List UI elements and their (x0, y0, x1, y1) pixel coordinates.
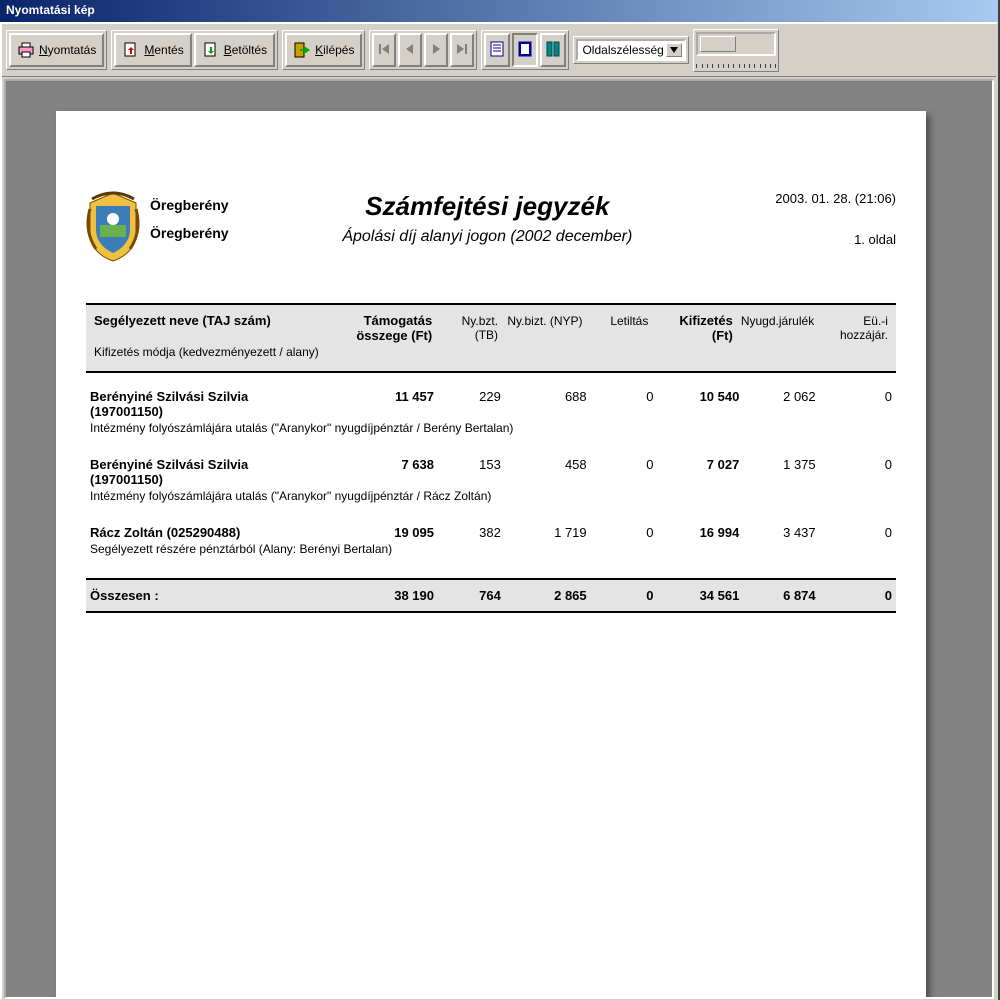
printer-icon (17, 41, 35, 59)
slider-ticks (696, 64, 776, 69)
report-table: Segélyezett neve (TAJ szám) Támogatás ös… (86, 303, 896, 613)
row-tb: 153 (438, 455, 505, 474)
view-pagewidth-icon (518, 41, 532, 60)
prev-page-icon (404, 43, 416, 58)
meta-block: 2003. 01. 28. (21:06) 1. oldal (746, 191, 896, 273)
col-kifizetes: Kifizetés (Ft) (652, 311, 736, 345)
preview-area: Öregberény Öregberény Számfejtési jegyzé… (4, 79, 994, 999)
col-eu: Eü.-i hozzájár. (817, 312, 892, 344)
load-button[interactable]: Betöltés (194, 33, 275, 67)
org-line-1: Öregberény (150, 191, 229, 219)
row-let: 0 (591, 387, 658, 406)
col-nyp: Ny.bizt. (NYP) (502, 312, 586, 330)
report-title: Számfejtési jegyzék (229, 191, 746, 222)
totals-eu: 0 (820, 586, 896, 605)
save-button[interactable]: Mentés (114, 33, 191, 67)
row-let: 0 (591, 455, 658, 474)
row-name: Berényiné Szilvási Szilvia (197001150) (86, 387, 324, 421)
table-header: Segélyezett neve (TAJ szám) Támogatás ös… (86, 303, 896, 373)
col-tamogatas: Támogatás összege (Ft) (324, 311, 436, 345)
row-subline: Intézmény folyószámlájára utalás ("Arany… (86, 489, 896, 509)
table-row: Berényiné Szilvási Szilvia (197001150)11… (86, 387, 896, 441)
col-letiltas: Letiltás (587, 312, 653, 330)
exit-label: Kilépés (315, 43, 354, 57)
table-row: Berényiné Szilvási Szilvia (197001150)7 … (86, 455, 896, 509)
view-single-button[interactable] (484, 33, 510, 67)
first-page-button[interactable] (372, 33, 396, 67)
prev-page-button[interactable] (398, 33, 422, 67)
row-tam: 11 457 (324, 387, 438, 406)
print-label: Nyomtatás (39, 43, 96, 57)
row-eu: 0 (820, 455, 896, 474)
row-tam: 7 638 (324, 455, 438, 474)
row-nyp: 688 (505, 387, 591, 406)
row-eu: 0 (820, 523, 896, 542)
table-row: Rácz Zoltán (025290488)19 0953821 719016… (86, 523, 896, 562)
row-eu: 0 (820, 387, 896, 406)
org-line-2: Öregberény (150, 219, 229, 247)
row-kif: 7 027 (658, 455, 744, 474)
col-tb: Ny.bzt. (TB) (436, 312, 502, 344)
row-subline: Intézmény folyószámlájára utalás ("Arany… (86, 421, 896, 441)
org-block: Öregberény Öregberény (150, 191, 229, 247)
col-name-sub: Kifizetés módja (kedvezményezett / alany… (90, 345, 892, 365)
last-page-icon (456, 43, 468, 58)
row-subline: Segélyezett részére pénztárból (Alany: B… (86, 542, 896, 562)
window-frame: Nyomtatás Mentés Betöltés (0, 22, 998, 1000)
view-pagewidth-button[interactable] (512, 33, 538, 67)
totals-nyj: 6 874 (743, 586, 819, 605)
totals-row: Összesen : 38 190 764 2 865 0 34 561 6 8… (86, 578, 896, 613)
exit-button[interactable]: Kilépés (285, 33, 362, 67)
zoom-slider[interactable] (696, 32, 776, 56)
view-single-icon (490, 41, 504, 60)
row-nyj: 1 375 (743, 455, 819, 474)
report-page: Öregberény Öregberény Számfejtési jegyzé… (56, 111, 926, 999)
report-datetime: 2003. 01. 28. (21:06) (746, 191, 896, 206)
col-name: Segélyezett neve (TAJ szám) (90, 311, 324, 330)
load-icon (202, 41, 220, 59)
row-name: Rácz Zoltán (025290488) (86, 523, 324, 542)
row-tb: 229 (438, 387, 505, 406)
totals-nyp: 2 865 (505, 586, 591, 605)
totals-tb: 764 (438, 586, 505, 605)
window-title: Nyomtatási kép (0, 0, 998, 22)
toolbar: Nyomtatás Mentés Betöltés (2, 24, 996, 77)
first-page-icon (378, 43, 390, 58)
view-multi-icon (546, 41, 560, 60)
totals-label: Összesen : (86, 586, 324, 605)
next-page-icon (430, 43, 442, 58)
row-nyp: 1 719 (505, 523, 591, 542)
load-label: Betöltés (224, 43, 267, 57)
save-icon (122, 41, 140, 59)
totals-let: 0 (591, 586, 658, 605)
dropdown-icon (666, 43, 682, 57)
totals-kif: 34 561 (658, 586, 744, 605)
last-page-button[interactable] (450, 33, 474, 67)
row-nyj: 2 062 (743, 387, 819, 406)
exit-icon (293, 41, 311, 59)
row-name: Berényiné Szilvási Szilvia (197001150) (86, 455, 324, 489)
next-page-button[interactable] (424, 33, 448, 67)
row-kif: 10 540 (658, 387, 744, 406)
row-nyj: 3 437 (743, 523, 819, 542)
totals-tam: 38 190 (324, 586, 438, 605)
col-nyj: Nyugd.járulék (737, 312, 817, 330)
print-button[interactable]: Nyomtatás (9, 33, 104, 67)
view-multi-button[interactable] (540, 33, 566, 67)
row-tam: 19 095 (324, 523, 438, 542)
row-kif: 16 994 (658, 523, 744, 542)
crest-icon (86, 191, 140, 263)
report-page-number: 1. oldal (746, 232, 896, 247)
row-tb: 382 (438, 523, 505, 542)
report-header: Öregberény Öregberény Számfejtési jegyzé… (86, 191, 896, 273)
title-block: Számfejtési jegyzék Ápolási díj alanyi j… (229, 191, 746, 246)
zoom-value: Oldalszélesség (582, 43, 663, 57)
slider-thumb[interactable] (700, 36, 736, 52)
report-subtitle: Ápolási díj alanyi jogon (2002 december) (229, 228, 746, 246)
row-nyp: 458 (505, 455, 591, 474)
save-label: Mentés (144, 43, 183, 57)
row-let: 0 (591, 523, 658, 542)
zoom-select[interactable]: Oldalszélesség (576, 39, 686, 61)
